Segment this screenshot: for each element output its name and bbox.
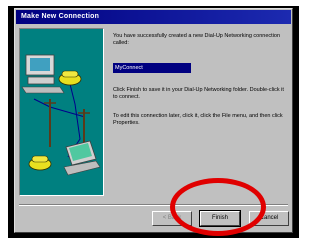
connection-name-field[interactable]: MyConnect (113, 63, 191, 73)
telephone-pole-icon (44, 99, 90, 149)
computer-icon (21, 54, 65, 94)
finish-instructions: Click Finish to save it in your Dial-Up … (113, 87, 284, 100)
highlight-circle (170, 178, 266, 236)
connection-illustration-icon (21, 54, 101, 176)
phone-icon (58, 70, 82, 86)
wizard-illustration (19, 28, 104, 196)
success-message: You have successfully created a new Dial… (113, 33, 281, 46)
edit-instructions: To edit this connection later, click it,… (113, 113, 283, 126)
dialog-title: Make New Connection (16, 10, 291, 24)
phone-icon (28, 155, 52, 171)
laptop-icon (63, 140, 101, 176)
